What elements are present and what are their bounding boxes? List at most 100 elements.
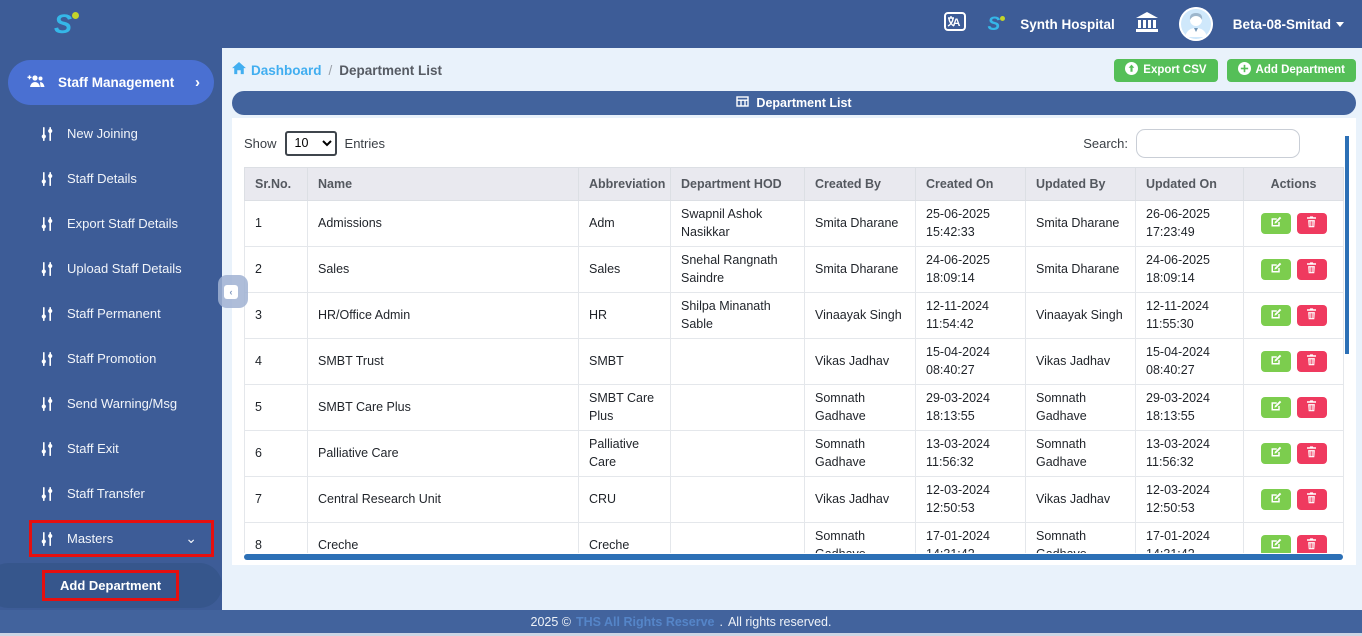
column-header-updated-on[interactable]: Updated On xyxy=(1135,167,1244,201)
delete-button[interactable] xyxy=(1296,259,1327,280)
sidebar-item-export-staff-details[interactable]: Export Staff Details xyxy=(0,201,222,246)
table-cell: Smita Dharane xyxy=(1025,246,1136,293)
user-menu[interactable]: Beta-08-Smitad xyxy=(1233,17,1344,32)
table-cell: 15-04-2024 08:40:27 xyxy=(1135,338,1244,385)
edit-icon xyxy=(1270,262,1282,277)
table-cell: HR xyxy=(578,292,671,339)
edit-icon xyxy=(1270,216,1282,231)
table-cell: 15-04-2024 08:40:27 xyxy=(915,338,1026,385)
column-header-department-hod[interactable]: Department HOD xyxy=(670,167,805,201)
table-header-row: Sr.No. Name Abbreviation Department HOD Crea… xyxy=(244,167,1344,201)
table-cell: Somnath Gadhave xyxy=(1025,522,1136,553)
delete-button[interactable] xyxy=(1296,305,1327,326)
sidebar-collapse-toggle[interactable]: ‹ xyxy=(218,275,248,308)
edit-button[interactable] xyxy=(1260,489,1291,510)
bank-icon[interactable] xyxy=(1135,11,1159,38)
translate-icon[interactable]: A xyxy=(942,9,968,40)
table-row: 7 Central Research Unit CRU Vikas Jadhav 12-… xyxy=(244,476,1344,523)
breadcrumb: Dashboard / Department List xyxy=(232,62,442,78)
table-cell: 29-03-2024 18:13:55 xyxy=(1135,384,1244,431)
edit-button[interactable] xyxy=(1260,213,1291,234)
sidebar-item-staff-permanent[interactable]: Staff Permanent xyxy=(0,291,222,336)
edit-button[interactable] xyxy=(1260,305,1291,326)
avatar[interactable] xyxy=(1178,7,1213,41)
column-header-sr-no[interactable]: Sr.No. xyxy=(244,167,308,201)
sidebar: Staff Management › New Joining Staff Deta… xyxy=(0,48,248,610)
table-cell: 12-03-2024 12:50:53 xyxy=(915,476,1026,523)
table-cell: SMBT Trust xyxy=(307,338,579,385)
delete-button[interactable] xyxy=(1296,535,1327,553)
table-cell: Sales xyxy=(307,246,579,293)
sliders-icon xyxy=(40,261,54,277)
sliders-icon xyxy=(40,486,54,502)
sidebar-add-department[interactable]: Add Department xyxy=(0,563,222,608)
delete-button[interactable] xyxy=(1296,213,1327,234)
sidebar-item-staff-details[interactable]: Staff Details xyxy=(0,156,222,201)
export-icon xyxy=(1125,62,1139,78)
breadcrumb-dashboard[interactable]: Dashboard xyxy=(232,62,322,78)
table-cell: 5 xyxy=(244,384,308,431)
sidebar-item-staff-promotion[interactable]: Staff Promotion xyxy=(0,336,222,381)
sidebar-item-new-joining[interactable]: New Joining xyxy=(0,111,222,156)
horizontal-scrollbar[interactable] xyxy=(244,554,1343,560)
app-logo[interactable]: S xyxy=(54,10,80,38)
logo-dot xyxy=(1000,15,1006,21)
trash-icon xyxy=(1306,446,1317,461)
table-cell: CRU xyxy=(578,476,671,523)
add-department-button[interactable]: Add Department xyxy=(1226,58,1356,82)
show-label: Show xyxy=(244,135,277,151)
table-row: 8CrecheCrecheSomnath Gadhave17-01-2024 1… xyxy=(244,522,1344,553)
trash-icon xyxy=(1306,216,1317,231)
delete-button[interactable] xyxy=(1296,489,1327,510)
sidebar-item-staff-management[interactable]: Staff Management › xyxy=(8,60,214,105)
edit-button[interactable] xyxy=(1260,535,1291,553)
edit-icon xyxy=(1270,446,1282,461)
footer-link[interactable]: THS All Rights Reserve xyxy=(576,615,714,629)
column-header-created-by[interactable]: Created By xyxy=(804,167,916,201)
entries-label: Entries xyxy=(344,135,385,151)
footer-suffix: All rights reserved. xyxy=(727,614,832,629)
vertical-scrollbar[interactable] xyxy=(1345,136,1349,354)
table-cell: 12-03-2024 12:50:53 xyxy=(1135,476,1244,523)
page-size-select[interactable]: 10 xyxy=(284,130,337,156)
sidebar-item-masters[interactable]: Masters ⌄ xyxy=(29,520,214,557)
table-row: 2 Sales Sales Snehal Rangnath Saindre Smita … xyxy=(244,246,1344,293)
delete-button[interactable] xyxy=(1296,443,1327,464)
edit-button[interactable] xyxy=(1260,443,1291,464)
table-cell: Swapnil Ashok Nasikkar xyxy=(670,200,805,247)
sidebar-menu: New Joining Staff Details Export Staff Det… xyxy=(0,111,222,557)
top-navbar: S A S Synth Hospital Beta-08-Smitad xyxy=(0,0,1362,48)
sliders-icon xyxy=(40,216,54,232)
column-header-updated-by[interactable]: Updated By xyxy=(1025,167,1136,201)
search-input[interactable] xyxy=(1136,128,1300,158)
column-header-abbreviation[interactable]: Abbreviation xyxy=(578,167,671,201)
table-cell: 2 xyxy=(244,246,308,293)
sidebar-item-staff-exit[interactable]: Staff Exit xyxy=(0,426,222,471)
sidebar-item-staff-transfer[interactable]: Staff Transfer xyxy=(0,471,222,516)
trash-icon xyxy=(1306,492,1317,507)
delete-button[interactable] xyxy=(1296,351,1327,372)
delete-button[interactable] xyxy=(1296,397,1327,418)
edit-icon xyxy=(1270,354,1282,369)
home-icon xyxy=(232,62,246,78)
column-header-actions[interactable]: Actions xyxy=(1243,167,1344,201)
table-cell: 17-01-2024 14:31:42 xyxy=(1135,522,1244,553)
table-cell: 26-06-2025 17:23:49 xyxy=(1135,200,1244,247)
column-header-name[interactable]: Name xyxy=(307,167,579,201)
table-cell: 29-03-2024 18:13:55 xyxy=(915,384,1026,431)
edit-button[interactable] xyxy=(1260,259,1291,280)
table-cell: 8 xyxy=(244,522,308,553)
edit-button[interactable] xyxy=(1260,351,1291,372)
table-cell: Shilpa Minanath Sable xyxy=(670,292,805,339)
trash-icon xyxy=(1306,354,1317,369)
table-cell: Palliative Care xyxy=(578,430,671,477)
s-logo-icon: S xyxy=(988,15,1006,34)
edit-button[interactable] xyxy=(1260,397,1291,418)
table-cell: Vinaayak Singh xyxy=(804,292,916,339)
table-cell: 7 xyxy=(244,476,308,523)
actions-cell xyxy=(1243,200,1344,247)
column-header-created-on[interactable]: Created On xyxy=(915,167,1026,201)
export-csv-button[interactable]: Export CSV xyxy=(1114,58,1218,82)
sidebar-item-upload-staff-details[interactable]: Upload Staff Details xyxy=(0,246,222,291)
sidebar-item-send-warning-msg[interactable]: Send Warning/Msg xyxy=(0,381,222,426)
